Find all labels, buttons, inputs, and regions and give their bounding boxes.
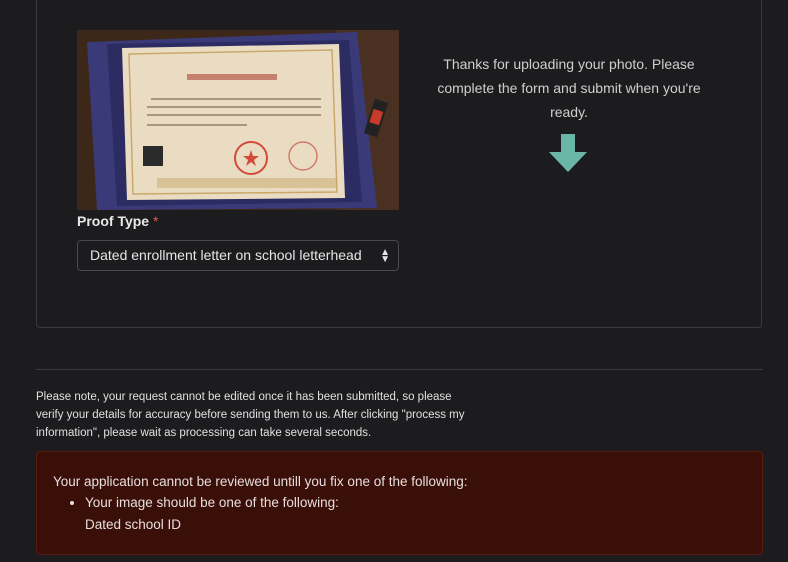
alert-item-detail: Dated school ID [85, 517, 182, 532]
alert-item-label: Your image should be one of the followin… [85, 495, 339, 510]
alert-heading: Your application cannot be reviewed unti… [53, 474, 468, 489]
section-divider [36, 369, 763, 370]
upload-thanks-message: Thanks for uploading your photo. Please … [437, 56, 701, 120]
proof-type-label-text: Proof Type [77, 213, 150, 229]
proof-type-select[interactable]: Dated enrollment letter on school letter… [77, 240, 399, 271]
error-alert: Your application cannot be reviewed unti… [36, 451, 763, 555]
alert-list-item: Your image should be one of the followin… [85, 493, 746, 535]
required-marker: * [152, 213, 159, 229]
submission-notice: Please note, your request cannot be edit… [36, 391, 465, 439]
proof-type-selected-value: Dated enrollment letter on school letter… [90, 247, 362, 263]
select-caret-icon: ▲ ▼ [380, 247, 390, 265]
alert-list: Your image should be one of the followin… [53, 493, 746, 535]
proof-type-label: Proof Type * [77, 213, 158, 229]
arrow-down-icon [549, 134, 587, 177]
uploaded-photo [77, 30, 399, 210]
